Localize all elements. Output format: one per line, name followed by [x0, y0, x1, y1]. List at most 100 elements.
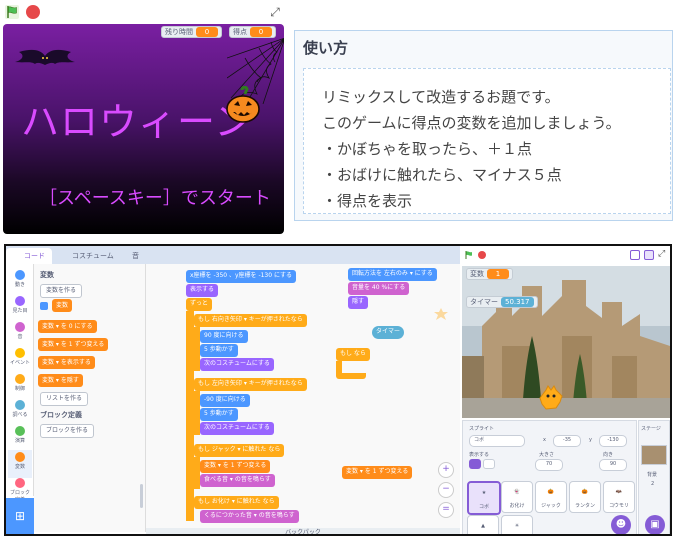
- script-block[interactable]: 音量を 40 %にする: [348, 282, 410, 295]
- witch-hat-icon: ▲: [481, 523, 485, 529]
- hide-variable-block[interactable]: 変数 ▾ を隠す: [38, 374, 83, 387]
- script-block[interactable]: 表示する: [186, 284, 219, 297]
- sprite-thumb[interactable]: ▲: [467, 515, 499, 534]
- stop-icon[interactable]: [26, 5, 40, 19]
- y-field[interactable]: -130: [599, 435, 627, 447]
- stage-thumb[interactable]: [641, 445, 667, 465]
- add-backdrop-button[interactable]: ▣: [645, 515, 665, 534]
- make-variable-button[interactable]: 変数を作る: [40, 284, 83, 298]
- loose-if-block[interactable]: もし なら: [336, 348, 370, 361]
- sprite-thumb[interactable]: ✳: [501, 515, 533, 534]
- make-block-button[interactable]: ブロックを作る: [40, 424, 95, 438]
- category-control[interactable]: 制御: [8, 372, 32, 400]
- backdrop-label: 背景: [647, 472, 658, 478]
- x-label: x: [543, 437, 546, 443]
- sprite-thumb[interactable]: 🦇 コウモリ: [603, 481, 635, 513]
- timer-reporter[interactable]: タイマー: [372, 326, 405, 339]
- sprite-name-field[interactable]: コボ: [469, 435, 525, 447]
- tab-code[interactable]: コード: [6, 248, 52, 264]
- script-block[interactable]: 回転方法を 左右のみ ▾ にする: [348, 268, 437, 281]
- size-label: 大きさ: [539, 452, 555, 458]
- script-block[interactable]: もし 左向き矢印 ▾ キーが押されたなら: [194, 378, 307, 391]
- category-variables[interactable]: 変数: [8, 450, 32, 478]
- sprite-thumb[interactable]: 👻 お化け: [501, 481, 533, 513]
- player-sprite-icon[interactable]: [536, 384, 566, 412]
- extension-button[interactable]: ⊞: [6, 498, 34, 534]
- start-instruction: ［スペースキー］でスタート: [39, 188, 271, 209]
- script-block[interactable]: 次のコスチュームにする: [200, 422, 274, 435]
- green-flag-icon[interactable]: [4, 4, 20, 20]
- fullscreen-icon[interactable]: ⤢: [268, 5, 282, 19]
- loose-change-variable-block[interactable]: 変数 ▾ を 1 ずつ変える: [342, 466, 413, 479]
- direction-field[interactable]: 90: [599, 459, 627, 471]
- game-stage[interactable]: 残り時間 0 得点 0 ハロウィーン ［スペースキー］でスタート: [3, 24, 284, 234]
- set-variable-block[interactable]: 変数 ▾ を 0 にする: [38, 320, 97, 333]
- script-block[interactable]: もし 右向き矢印 ▾ キーが押されたなら: [194, 314, 307, 327]
- instruction-line: リミックスして改造するお題です。: [322, 88, 560, 106]
- script-block[interactable]: 変数 ▾ を 1 ずつ変える: [200, 460, 271, 473]
- instruction-line: ・得点を表示: [322, 192, 413, 210]
- sprite-thumb[interactable]: 🎃 ジャック: [535, 481, 567, 513]
- category-menu: 動き 見た目 音 イベント 制御 調べる 演算 変数 ブロック定義: [6, 264, 34, 503]
- variable-checkbox[interactable]: [40, 302, 48, 310]
- palette-heading-my-blocks: ブロック定義: [40, 411, 82, 419]
- script-block[interactable]: もし お化け ▾ に触れた なら: [194, 496, 279, 509]
- sprite-thumb[interactable]: 🎃 ランタン: [569, 481, 601, 513]
- castle-backdrop-image: [462, 266, 670, 418]
- stage-preview[interactable]: 変数 1 タイマー 50.317: [462, 266, 670, 418]
- script-block[interactable]: 90 度に向ける: [200, 330, 248, 343]
- script-block[interactable]: ずっと: [186, 298, 213, 311]
- change-variable-block[interactable]: 変数 ▾ を 1 ずつ変える: [38, 338, 109, 351]
- bat-icon: 🦇: [615, 489, 623, 495]
- script-block[interactable]: 5 歩動かす: [200, 408, 238, 421]
- backpack-bar[interactable]: バックパック: [146, 528, 460, 534]
- zoom-in-button[interactable]: +: [438, 462, 454, 478]
- size-field[interactable]: 70: [535, 459, 563, 471]
- script-block[interactable]: 隠す: [348, 296, 369, 309]
- category-sound[interactable]: 音: [8, 320, 32, 348]
- sprite-thumb[interactable]: ★ コボ: [467, 481, 501, 515]
- forever-loop-arm: [186, 311, 194, 521]
- show-eye-icon[interactable]: [469, 459, 481, 469]
- instruction-line: ・おばけに触れたら、マイナス５点: [322, 166, 562, 184]
- add-sprite-button[interactable]: ☻: [611, 515, 631, 534]
- y-label: y: [589, 437, 592, 443]
- normal-stage-icon[interactable]: [644, 250, 654, 260]
- green-flag-icon[interactable]: [464, 250, 474, 260]
- script-block[interactable]: くるにつかった音 ▾ の音を鳴らす: [200, 510, 299, 523]
- script-block[interactable]: -90 度に向ける: [200, 394, 250, 407]
- category-looks[interactable]: 見た目: [8, 294, 32, 322]
- script-workspace[interactable]: x座標を -350 、y座標を -130 にする 表示する ずっと もし 右向き…: [146, 264, 460, 532]
- script-block[interactable]: x座標を -350 、y座標を -130 にする: [186, 270, 297, 283]
- palette-scrollbar[interactable]: [140, 484, 143, 508]
- script-block[interactable]: 次のコスチュームにする: [200, 358, 274, 371]
- variable-reporter[interactable]: 変数: [52, 299, 73, 312]
- script-block[interactable]: 食べる音 ▾ の音を鳴らす: [200, 474, 275, 487]
- game-title: ハロウィーン: [21, 100, 254, 144]
- fullscreen-icon[interactable]: ⤢: [658, 249, 665, 259]
- tab-sounds[interactable]: 音: [114, 248, 150, 264]
- tab-costumes[interactable]: コスチューム: [54, 248, 114, 264]
- direction-label: 向き: [603, 452, 614, 458]
- category-motion[interactable]: 動き: [8, 268, 32, 296]
- small-stage-icon[interactable]: [630, 250, 640, 260]
- category-sensing[interactable]: 調べる: [8, 398, 32, 426]
- scratch-editor: コード コスチューム 音 動き 見た目 音 イベント 制御 調べる 演算 変数 …: [4, 244, 672, 536]
- monitor-timer: タイマー 50.317: [466, 296, 538, 308]
- hide-eye-icon[interactable]: [483, 459, 495, 469]
- if-foot: [336, 373, 366, 379]
- pumpkin-icon: 🎃: [547, 489, 555, 495]
- show-variable-block[interactable]: 変数 ▾ を表示する: [38, 356, 95, 369]
- category-events[interactable]: イベント: [8, 346, 32, 374]
- category-operators[interactable]: 演算: [8, 424, 32, 452]
- show-label: 表示する: [469, 452, 490, 458]
- script-block[interactable]: 5 歩動かす: [200, 344, 238, 357]
- stop-icon[interactable]: [478, 251, 486, 259]
- bat-icon: [15, 49, 75, 65]
- zoom-out-button[interactable]: −: [438, 482, 454, 498]
- script-block[interactable]: もし ジャック ▾ に触れた なら: [194, 444, 285, 457]
- zoom-reset-button[interactable]: =: [438, 502, 454, 518]
- make-list-button[interactable]: リストを作る: [40, 392, 89, 406]
- spider-web-icon: ✳: [514, 523, 520, 529]
- x-field[interactable]: -35: [553, 435, 581, 447]
